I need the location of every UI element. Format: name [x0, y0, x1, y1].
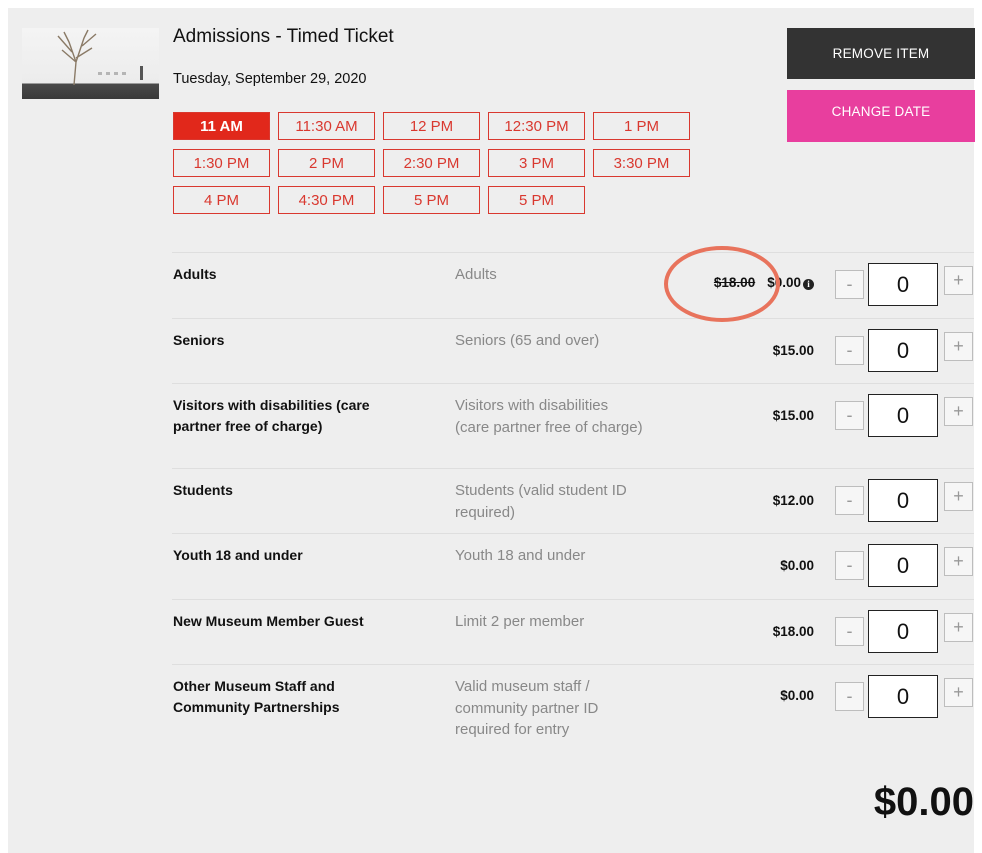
- time-slot-button[interactable]: 5 PM: [383, 186, 480, 214]
- time-slot-button[interactable]: 4 PM: [173, 186, 270, 214]
- time-slot-button[interactable]: 3 PM: [488, 149, 585, 177]
- item-title: Admissions - Timed Ticket: [173, 26, 394, 47]
- decrement-button[interactable]: -: [835, 401, 864, 430]
- increment-button[interactable]: +: [944, 482, 973, 511]
- exhibition-thumbnail: [22, 28, 159, 99]
- ticket-row: Adults Adults $18.00 $0.00i - +: [172, 252, 974, 319]
- remove-item-button[interactable]: REMOVE ITEM: [787, 28, 975, 79]
- decrement-button[interactable]: -: [835, 336, 864, 365]
- ticket-description: Youth 18 and under: [455, 547, 586, 564]
- decrement-button[interactable]: -: [835, 551, 864, 580]
- increment-button[interactable]: +: [944, 332, 973, 361]
- ticket-row: New Museum Member Guest Limit 2 per membe…: [172, 599, 974, 665]
- decrement-button[interactable]: -: [835, 270, 864, 299]
- ticket-row: Visitors with disabilities (care partner…: [172, 383, 974, 469]
- time-slot-button[interactable]: 12:30 PM: [488, 112, 585, 140]
- decrement-button[interactable]: -: [835, 682, 864, 711]
- ticket-description: Adults: [455, 266, 497, 283]
- quantity-input[interactable]: [868, 329, 938, 372]
- increment-button[interactable]: +: [944, 678, 973, 707]
- discounted-price: $0.00: [767, 275, 801, 290]
- quantity-input[interactable]: [868, 394, 938, 437]
- original-price: $18.00: [713, 275, 756, 290]
- ticket-price: $15.00: [772, 343, 814, 358]
- ticket-description: Seniors (65 and over): [455, 332, 600, 349]
- increment-button[interactable]: +: [944, 547, 973, 576]
- ticket-price: $0.00: [780, 558, 814, 573]
- quantity-input[interactable]: [868, 675, 938, 718]
- quantity-input[interactable]: [868, 263, 938, 306]
- ticket-price: $18.00 $0.00 i: [714, 275, 814, 290]
- ticket-description: Limit 2 per member: [455, 613, 585, 630]
- time-slot-button[interactable]: 4:30 PM: [278, 186, 375, 214]
- time-slot-button[interactable]: 5 PM: [488, 186, 585, 214]
- time-slot-button[interactable]: 12 PM: [383, 112, 480, 140]
- increment-button[interactable]: +: [944, 397, 973, 426]
- ticket-row: Seniors Seniors (65 and over) $15.00 - +: [172, 318, 974, 384]
- decrement-button[interactable]: -: [835, 617, 864, 646]
- decrement-button[interactable]: -: [835, 486, 864, 515]
- item-date: Tuesday, September 29, 2020: [173, 71, 367, 87]
- ticket-description: Students (valid student ID required): [455, 482, 627, 521]
- ticket-price: $18.00: [772, 624, 814, 639]
- info-icon[interactable]: i: [803, 279, 814, 290]
- ticket-row: Other Museum Staff and Community Partner…: [172, 664, 974, 745]
- quantity-input[interactable]: [868, 544, 938, 587]
- ticket-price: $12.00: [772, 493, 814, 508]
- increment-button[interactable]: +: [944, 613, 973, 642]
- ticket-row: Students Students (valid student ID requi…: [172, 468, 974, 534]
- order-total: $0.00: [873, 780, 974, 824]
- time-slot-button[interactable]: 11 AM: [173, 112, 270, 140]
- ticket-name: New Museum Member Guest: [173, 613, 364, 629]
- time-slot-button[interactable]: 1 PM: [593, 112, 690, 140]
- ticket-description: Visitors with disabilities (care partner…: [455, 397, 643, 436]
- time-slot-button[interactable]: 2:30 PM: [383, 149, 480, 177]
- time-slot-button[interactable]: 11:30 AM: [278, 112, 375, 140]
- time-slot-button[interactable]: 1:30 PM: [173, 149, 270, 177]
- ticket-row: Youth 18 and under Youth 18 and under $0.0…: [172, 533, 974, 600]
- ticket-price: $15.00: [772, 408, 814, 423]
- time-slot-button[interactable]: 3:30 PM: [593, 149, 690, 177]
- ticket-name: Students: [173, 482, 233, 498]
- ticket-description: Valid museum staff / community partner I…: [455, 678, 599, 738]
- ticket-price: $0.00: [780, 688, 814, 703]
- increment-button[interactable]: +: [944, 266, 973, 295]
- ticket-name: Visitors with disabilities (care partner…: [173, 397, 370, 434]
- quantity-input[interactable]: [868, 610, 938, 653]
- quantity-input[interactable]: [868, 479, 938, 522]
- ticket-name: Adults: [173, 266, 217, 282]
- ticket-name: Youth 18 and under: [173, 547, 303, 563]
- ticket-name: Seniors: [173, 332, 225, 348]
- time-slot-button[interactable]: 2 PM: [278, 149, 375, 177]
- ticket-name: Other Museum Staff and Community Partner…: [173, 678, 340, 715]
- change-date-button[interactable]: CHANGE DATE: [787, 90, 975, 142]
